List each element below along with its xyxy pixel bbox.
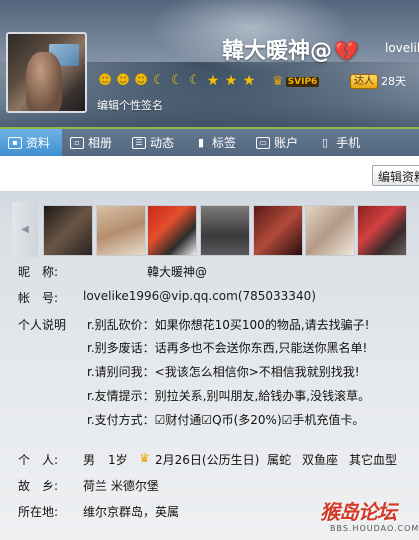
level-icons[interactable]: ☻ ☻ ☻ ☾ ☾ ☾ ★ ★ ★ — [97, 72, 257, 90]
nickname-value: 韓大暖神@ — [147, 265, 208, 279]
hometown-value: 荷兰 米德尔堡 — [83, 479, 159, 493]
daren-badge[interactable]: 达人 28天 — [350, 73, 406, 89]
account-label: 帐 号: — [18, 291, 59, 305]
tab-profile[interactable]: ▪ 资料 — [0, 129, 63, 156]
photo-thumbnail[interactable] — [357, 205, 407, 256]
desc-line: r.别多废话：话再多也不会送你东西,只能送你黑名单! — [87, 341, 368, 355]
tab-label: 账户 — [274, 136, 299, 150]
star-icon: ★ — [242, 73, 256, 89]
photo-thumbnail[interactable] — [43, 205, 93, 256]
photo-thumbnail[interactable] — [147, 205, 197, 256]
watermark-url: BBS.HOUDAO.COM — [330, 524, 419, 533]
desc-line: r.别乱砍价：如果你想花10买100的物品,请去找骗子! — [87, 318, 370, 332]
watermark-title: 猴岛论坛 — [320, 500, 397, 524]
star-icon: ★ — [206, 73, 220, 89]
location-value: 维尔京群岛，英属 — [83, 505, 180, 519]
zodiac-value: 属蛇 — [267, 453, 292, 467]
triangle-left-icon: ◀ — [21, 224, 29, 235]
photo-thumbnail[interactable] — [305, 205, 355, 256]
daren-days: 28天 — [381, 75, 406, 88]
sun-icon: ☻ — [134, 73, 148, 88]
star-icon: ★ — [224, 73, 238, 89]
moon-icon: ☾ — [171, 73, 183, 88]
account-value: lovelike1996@vip.qq.com(785033340) — [83, 289, 316, 303]
tab-album[interactable]: ▫ 相册 — [62, 129, 124, 156]
star-sign-value: 双鱼座 — [302, 453, 339, 467]
blood-type-value: 其它血型 — [349, 453, 398, 467]
tab-tags[interactable]: ▮ 标签 — [186, 129, 248, 156]
sun-icon: ☻ — [116, 73, 130, 88]
avatar-figure — [26, 52, 62, 111]
edit-profile-button[interactable]: 编辑资料 — [372, 165, 419, 186]
desc-line: r.请别问我：<我该怎么相信你>不相信我就别找我! — [87, 365, 360, 379]
edit-signature-link[interactable]: 编辑个性签名 — [97, 97, 163, 113]
profile-card-icon: ▪ — [8, 136, 22, 149]
watermark: 猴岛论坛 BBS.HOUDAO.COM — [320, 496, 419, 540]
tab-account[interactable]: ▭ 账户 — [248, 129, 310, 156]
gender-value: 男 — [83, 453, 96, 467]
tab-label: 相册 — [88, 136, 113, 150]
bookmark-icon: ▮ — [198, 136, 205, 149]
sun-icon: ☻ — [98, 73, 112, 88]
tab-label: 资料 — [26, 136, 51, 150]
tab-phone[interactable]: ▯ 手机 — [310, 129, 372, 156]
desc-line: r.支付方式：☑财付通☑Q币(多20%)☑手机充值卡。 — [87, 413, 365, 427]
toolbar: 编辑资料 — [0, 156, 419, 192]
feed-icon: ☰ — [132, 136, 147, 149]
personal-label: 个 人: — [18, 453, 59, 467]
tab-feed[interactable]: ☰ 动态 — [124, 129, 186, 156]
crown-icon: ♛ — [272, 74, 284, 89]
birthday-value: 2月26日(公历生日) — [155, 453, 260, 467]
profile-tabs: ▪ 资料 ▫ 相册 ☰ 动态 ▮ 标签 ▭ 账户 ▯ 手机 — [0, 127, 419, 156]
phone-icon: ▯ — [322, 136, 329, 149]
moon-icon: ☾ — [153, 73, 165, 88]
wallet-icon: ▭ — [256, 136, 271, 149]
desc-label: 个人说明 — [18, 318, 67, 332]
tab-label: 标签 — [212, 136, 237, 150]
daren-label: 达人 — [350, 73, 378, 89]
age-value: 1岁 — [108, 453, 128, 467]
svip-badge[interactable]: ♛ SVIP6 — [272, 73, 320, 90]
avatar[interactable] — [6, 32, 87, 113]
desc-line: r.友情提示：别拉关系,别叫朋友,給钱办事,没钱滚草。 — [87, 389, 371, 403]
broken-heart-icon: 💔 — [334, 39, 359, 63]
tab-label: 动态 — [150, 136, 175, 150]
photo-album-icon: ▫ — [70, 136, 85, 149]
photo-strip: ◀ — [12, 202, 419, 258]
photo-thumbnail[interactable] — [200, 205, 250, 256]
account-truncated: lovelik — [385, 41, 419, 55]
birthday-crown-icon: ♛ — [139, 451, 150, 465]
moon-icon: ☾ — [189, 73, 201, 88]
scroll-left-button[interactable]: ◀ — [12, 202, 38, 257]
svip-label: SVIP6 — [285, 76, 320, 87]
hometown-label: 故 乡: — [18, 479, 59, 493]
location-label: 所在地: — [18, 505, 59, 519]
nickname-title: 韓大暖神@ 💔 — [222, 39, 359, 64]
tab-label: 手机 — [336, 136, 361, 150]
nickname-label: 昵 称: — [18, 265, 59, 279]
photo-thumbnail[interactable] — [96, 205, 146, 256]
photo-thumbnail[interactable] — [253, 205, 303, 256]
